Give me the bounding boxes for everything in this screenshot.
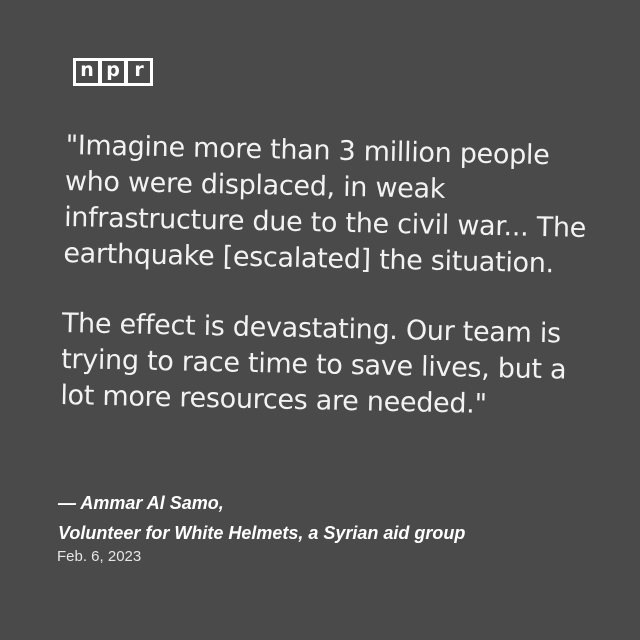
logo-letter: p [102,61,124,83]
quote-paragraph-1: "Imagine more than 3 million people who … [63,129,587,280]
logo-letter: n [76,61,98,83]
npr-logo-letter-n: n [73,58,101,86]
npr-logo: n p r [73,58,153,86]
quote-text: "Imagine more than 3 million people who … [60,128,596,425]
logo-letter: r [128,61,150,83]
attribution: — Ammar Al Samo, Volunteer for White Hel… [58,488,578,548]
quote-paragraph-2: The effect is devastating. Our team is t… [60,307,567,420]
quote-date: Feb. 6, 2023 [57,548,142,565]
attribution-name: — Ammar Al Samo, [58,493,224,513]
quote-card: n p r "Imagine more than 3 million peopl… [0,0,640,640]
npr-logo-letter-p: p [99,58,127,86]
attribution-role: Volunteer for White Helmets, a Syrian ai… [58,523,466,543]
npr-logo-letter-r: r [125,58,153,86]
